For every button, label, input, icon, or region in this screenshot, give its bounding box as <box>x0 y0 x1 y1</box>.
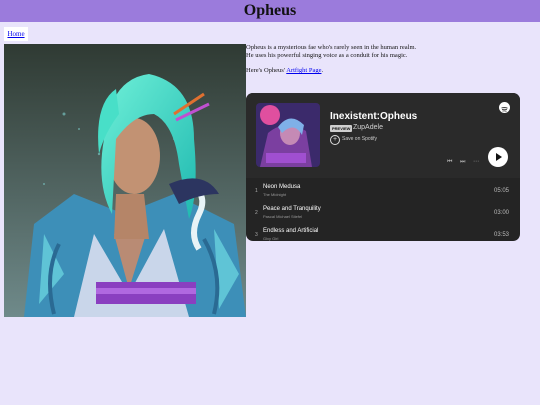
play-button[interactable] <box>488 147 508 167</box>
track-duration: 03:00 <box>494 210 510 216</box>
preview-badge: PREVIEW <box>330 125 353 132</box>
track-duration: 05:05 <box>494 188 510 194</box>
next-track-icon[interactable]: ⏭ <box>460 159 465 166</box>
track-row[interactable]: 2 Peace and Tranquility Pascal Michael S… <box>246 202 520 224</box>
track-duration: 03:53 <box>494 232 510 238</box>
artfight-paragraph: Here's Opheus' Artfight Page. <box>246 67 536 75</box>
previous-track-icon[interactable]: ⏮ <box>447 159 452 166</box>
track-artist: Pascal Michael Stiefel <box>263 214 303 219</box>
album-cover[interactable] <box>256 103 320 167</box>
save-label: Save on Spotify <box>342 136 378 142</box>
track-number: 2 <box>255 210 258 216</box>
album-artist[interactable]: ZupAdele <box>353 124 383 131</box>
home-link[interactable]: Home <box>4 27 28 41</box>
track-number: 1 <box>255 188 258 194</box>
player-header: Inexistent:Opheus PREVIEW ZupAdele + Sav… <box>246 93 520 178</box>
bio-line-2: He uses his powerful singing voice as a … <box>246 52 408 59</box>
bio-line-1: Opheus is a mysterious fae who's rarely … <box>246 44 417 51</box>
artfight-link[interactable]: Artfight Page <box>286 67 321 74</box>
character-portrait <box>4 44 246 317</box>
page-header: Opheus <box>0 0 540 22</box>
track-number: 3 <box>255 232 258 238</box>
artfight-suffix: . <box>321 67 324 74</box>
artfight-prefix: Here's Opheus' <box>246 67 287 74</box>
character-bio: Opheus is a mysterious fae who's rarely … <box>246 44 536 82</box>
album-title[interactable]: Inexistent:Opheus <box>330 111 417 122</box>
more-options-icon[interactable]: ⋯ <box>473 158 479 165</box>
track-title: Neon Medusa <box>263 184 301 190</box>
spotify-logo-icon[interactable] <box>499 102 510 113</box>
track-row[interactable]: 1 Neon Medusa The Midnight 05:05 <box>246 180 520 202</box>
track-row[interactable]: 3 Endless and Artificial Glxy Girl 03:53 <box>246 224 520 241</box>
track-artist: The Midnight <box>263 192 287 197</box>
spotify-embed-player: Inexistent:Opheus PREVIEW ZupAdele + Sav… <box>246 93 520 241</box>
track-title: Endless and Artificial <box>263 228 319 234</box>
track-artist: Glxy Girl <box>263 236 279 241</box>
page-title: Opheus <box>243 2 297 19</box>
add-icon: + <box>330 135 340 145</box>
track-title: Peace and Tranquility <box>263 206 321 212</box>
